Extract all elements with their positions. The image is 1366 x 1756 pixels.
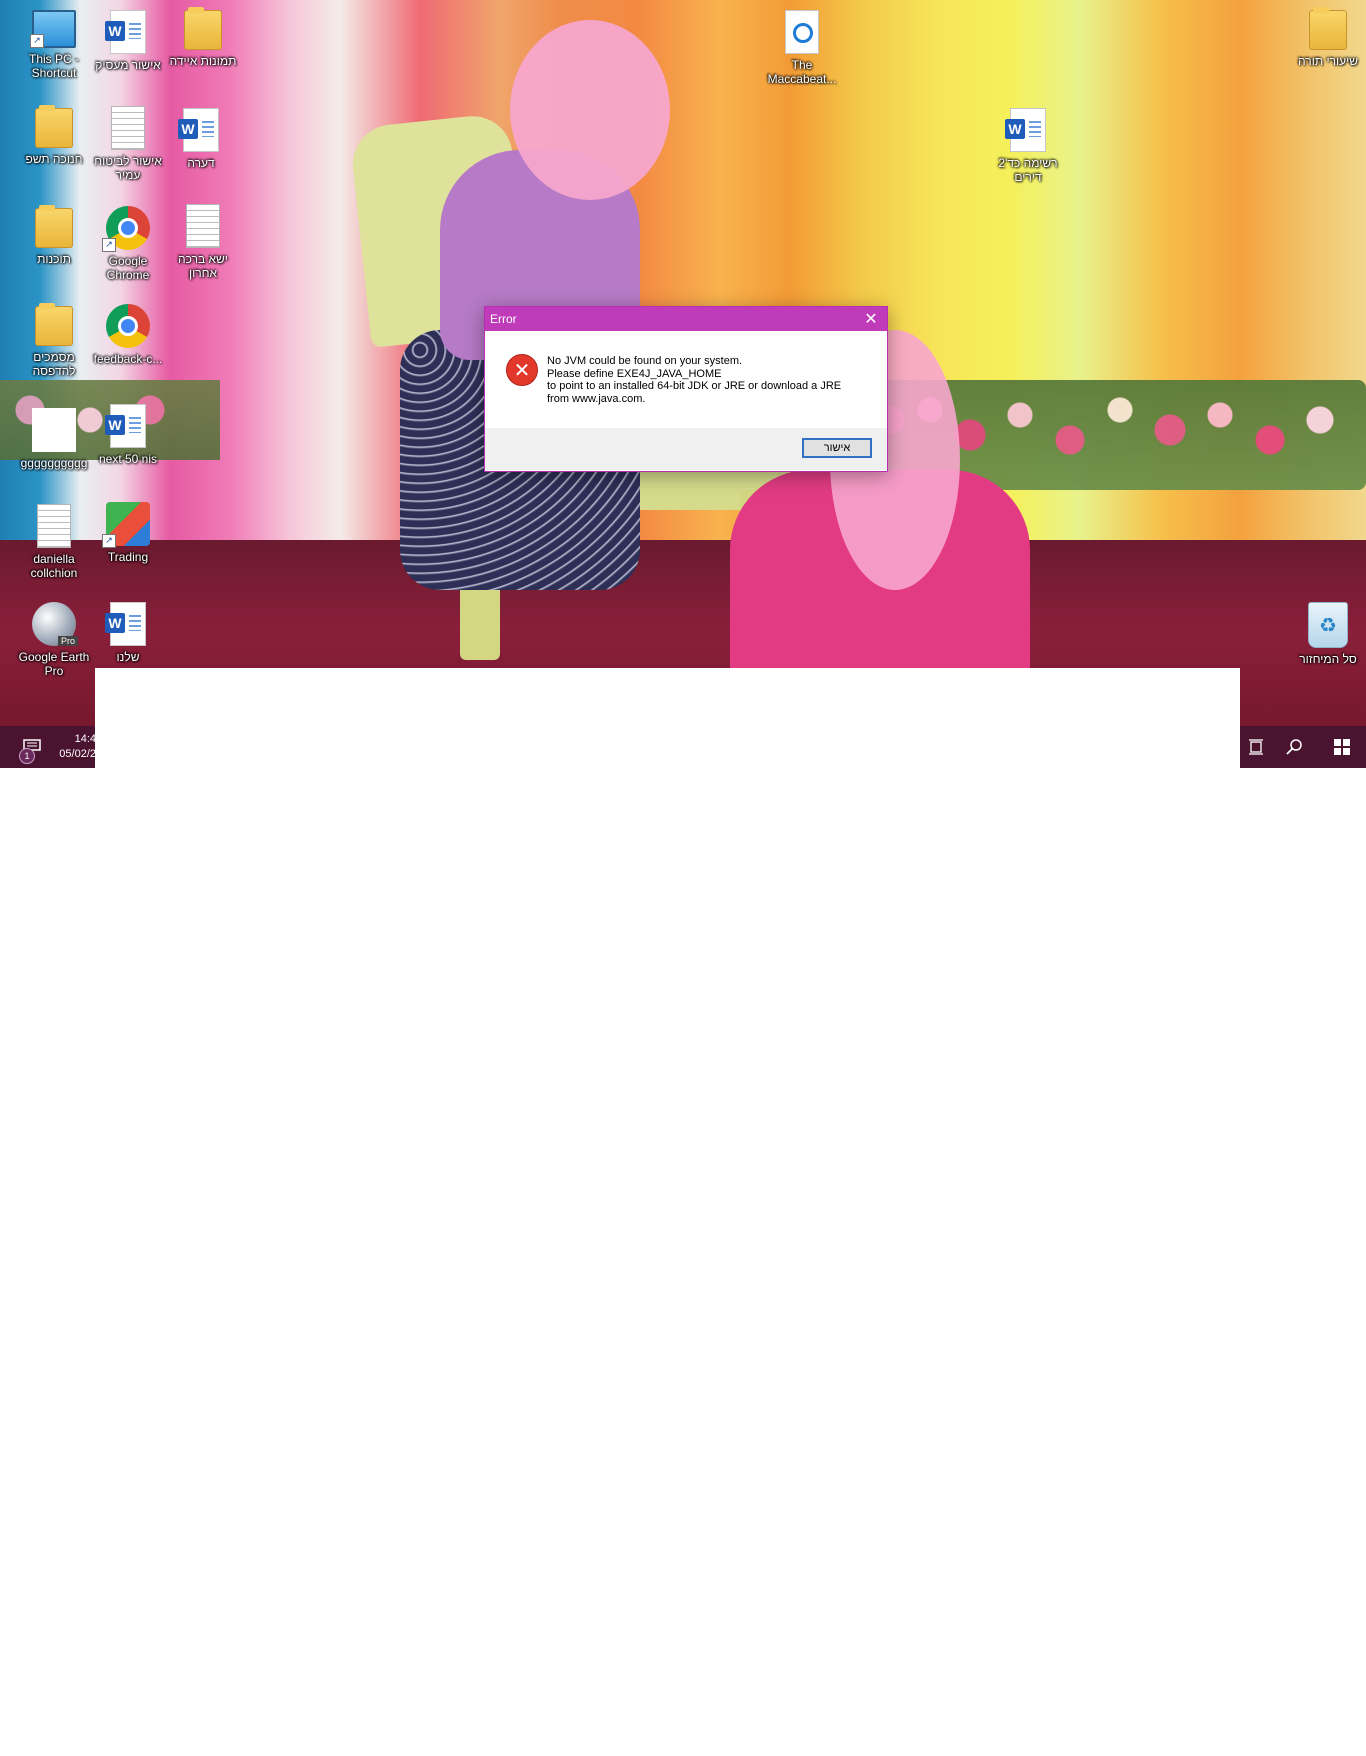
- dialog-footer: אישור: [485, 428, 887, 470]
- icon-label: This PC - Shortcut: [28, 52, 79, 80]
- desktop: ↗ This PC - Shortcut W אישור מעסיק תמונו…: [0, 0, 1366, 768]
- desktop-icon-folder[interactable]: חנוכה תשפ: [16, 105, 92, 166]
- pc-icon: ↗: [30, 10, 76, 48]
- icon-label: daniella collchion: [30, 552, 78, 580]
- windows-logo-icon: [1334, 739, 1350, 755]
- task-view-icon: [1249, 739, 1263, 755]
- desktop-icon-google-chrome[interactable]: ↗ Google Chrome: [90, 206, 166, 282]
- desktop-icon-folder[interactable]: מסמכים להדפסה: [16, 303, 92, 378]
- word-icon: W: [105, 602, 146, 646]
- start-button[interactable]: [1318, 726, 1366, 768]
- chrome-icon: [106, 304, 150, 348]
- icon-label: The Maccabeat...: [767, 58, 837, 86]
- desktop-icon-trading[interactable]: ↗ Trading: [90, 502, 166, 564]
- icon-label: Google Earth Pro: [18, 650, 90, 678]
- folder-icon: [1309, 7, 1347, 50]
- desktop-icon-recycle-bin[interactable]: סל המיחזור: [1290, 602, 1366, 666]
- desktop-icon-folder[interactable]: שיעורי תורה: [1290, 7, 1366, 68]
- document-icon: [111, 106, 145, 150]
- word-icon: W: [105, 404, 146, 448]
- wallpaper-blurred-face: [510, 20, 670, 200]
- desktop-icon-document[interactable]: אישור לביטוח עמיר: [90, 106, 166, 182]
- desktop-icon-folder[interactable]: תוכנות: [16, 205, 92, 266]
- trading-app-icon: ↗: [102, 502, 150, 548]
- text-file-icon: [37, 504, 71, 548]
- message-line: No JVM could be found on your system.: [547, 355, 743, 367]
- google-earth-icon: Pro: [32, 602, 78, 646]
- white-overlay-panel: [95, 668, 1240, 768]
- icon-label: תוכנות: [37, 252, 71, 266]
- desktop-icon-media-file[interactable]: The Maccabeat...: [764, 10, 840, 86]
- image-icon: [32, 408, 76, 452]
- icon-label: gggggggggg: [20, 456, 88, 470]
- media-file-icon: [785, 10, 819, 54]
- icon-label: אישור מעסיק: [95, 58, 161, 72]
- icon-label: סל המיחזור: [1299, 652, 1357, 666]
- desktop-icon-text-file[interactable]: daniella collchion: [16, 504, 92, 580]
- chrome-icon: ↗: [102, 206, 150, 252]
- desktop-icon-word-doc[interactable]: W דערה: [163, 108, 239, 170]
- folder-icon: [35, 303, 73, 346]
- icon-label: שיעורי תורה: [1298, 54, 1358, 68]
- clock-time: 14:4: [74, 733, 96, 745]
- icon-label: רשימה כד'2 דירים: [998, 156, 1058, 184]
- dialog-titlebar[interactable]: Error ✕: [485, 307, 887, 331]
- dialog-title: Error: [490, 312, 517, 326]
- document-icon: [186, 204, 220, 248]
- recycle-bin-icon: [1308, 602, 1348, 648]
- search-button[interactable]: [1274, 726, 1314, 768]
- word-icon: W: [105, 10, 146, 54]
- message-line: to point to an installed 64-bit JDK or J…: [547, 380, 842, 392]
- icon-label: דערה: [187, 156, 215, 170]
- icon-label: Trading: [107, 550, 149, 564]
- desktop-icon-folder[interactable]: תמונות איידה: [165, 7, 241, 68]
- message-line: from www.java.com.: [547, 392, 646, 405]
- icon-label: שלנו: [116, 650, 140, 664]
- desktop-icon-word-doc[interactable]: W אישור מעסיק: [90, 10, 166, 72]
- desktop-icon-word-doc[interactable]: W רשימה כד'2 דירים: [990, 108, 1066, 184]
- search-icon: [1286, 739, 1302, 755]
- icon-label: מסמכים להדפסה: [32, 350, 76, 378]
- icon-label: feedback-c...: [93, 352, 163, 366]
- clock-date: 05/02/2: [59, 748, 96, 760]
- task-view-button[interactable]: [1236, 726, 1276, 768]
- folder-icon: [35, 205, 73, 248]
- error-icon: ✕: [506, 354, 538, 386]
- folder-icon: [35, 105, 73, 148]
- error-dialog: Error ✕ ✕ No JVM could be found on your …: [484, 306, 888, 472]
- taskbar-clock[interactable]: 14:4 05/02/2: [56, 732, 96, 768]
- dialog-message: No JVM could be found on your system. Pl…: [547, 355, 877, 405]
- desktop-icon-chrome-shortcut[interactable]: feedback-c...: [90, 304, 166, 366]
- notification-count-badge: 1: [19, 748, 35, 764]
- dialog-body: ✕ No JVM could be found on your system. …: [485, 331, 887, 428]
- ok-button[interactable]: אישור: [802, 438, 872, 458]
- close-icon[interactable]: ✕: [855, 307, 887, 331]
- icon-label: אישור לביטוח עמיר: [94, 154, 162, 182]
- icon-label: חנוכה תשפ: [25, 152, 83, 166]
- icon-label: תמונות איידה: [169, 54, 237, 68]
- message-line: Please define EXE4J_JAVA_HOME: [547, 367, 722, 380]
- desktop-icon-word-doc[interactable]: W שלנו: [90, 602, 166, 664]
- word-icon: W: [178, 108, 219, 152]
- desktop-icon-this-pc[interactable]: ↗ This PC - Shortcut: [16, 10, 92, 80]
- desktop-icon-image[interactable]: gggggggggg: [16, 408, 92, 470]
- icon-label: Google Chrome: [106, 254, 150, 282]
- word-icon: W: [1005, 108, 1046, 152]
- pro-badge: Pro: [57, 636, 78, 646]
- desktop-icon-document[interactable]: ישא ברכה אחרון: [165, 204, 241, 280]
- folder-icon: [184, 7, 222, 50]
- icon-label: ישא ברכה אחרון: [178, 252, 228, 280]
- desktop-icon-google-earth-pro[interactable]: Pro Google Earth Pro: [16, 602, 92, 678]
- icon-label: next 50 nis: [98, 452, 158, 466]
- desktop-icon-word-doc[interactable]: W next 50 nis: [90, 404, 166, 466]
